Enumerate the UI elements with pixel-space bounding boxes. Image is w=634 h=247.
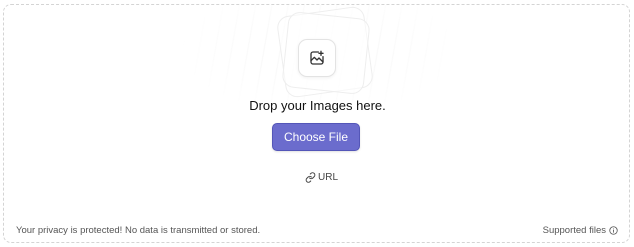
dropzone-title: Drop your Images here. <box>249 98 386 113</box>
image-plus-icon <box>298 39 336 77</box>
supported-files-label: Supported files <box>542 225 606 236</box>
supported-files-link[interactable]: Supported files <box>543 225 618 236</box>
info-icon <box>609 226 618 235</box>
url-label: URL <box>318 171 339 183</box>
privacy-notice: Your privacy is protected! No data is tr… <box>16 225 261 236</box>
image-dropzone[interactable]: Drop your Images here. Choose File URL Y… <box>3 4 630 243</box>
link-icon <box>305 171 316 183</box>
url-link[interactable]: URL <box>305 170 338 184</box>
choose-file-button[interactable]: Choose File <box>272 123 360 151</box>
